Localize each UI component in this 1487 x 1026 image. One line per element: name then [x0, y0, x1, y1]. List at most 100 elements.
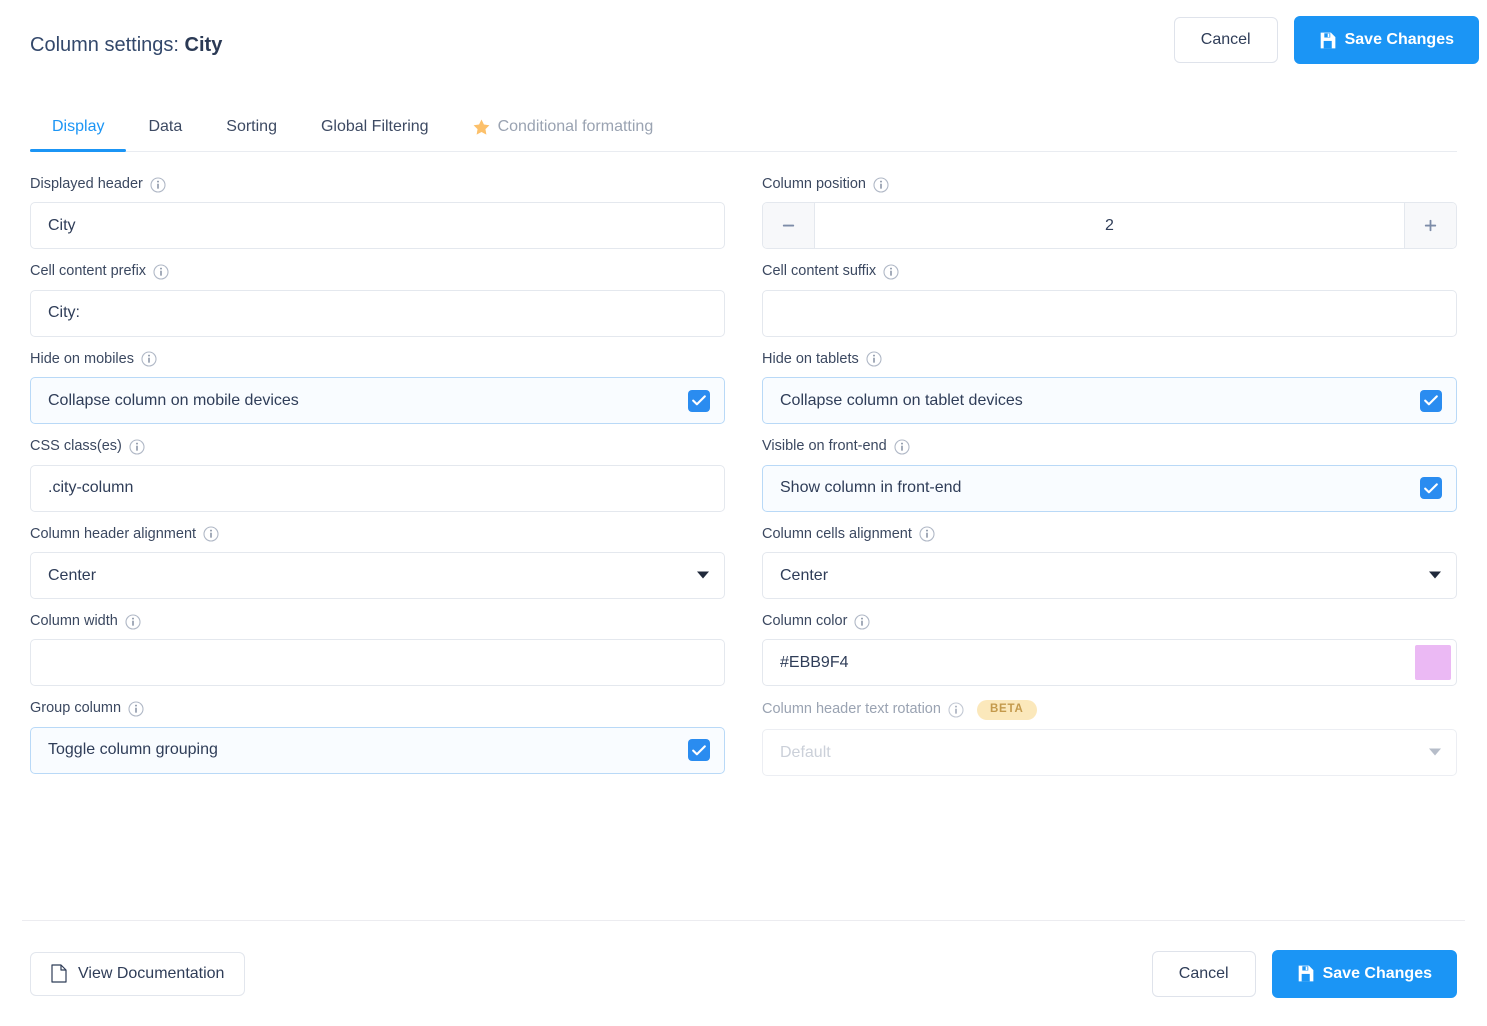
column-color-swatch[interactable] — [1415, 645, 1451, 681]
visible-on-frontend-option-label: Show column in front-end — [780, 479, 962, 497]
cancel-button-top[interactable]: Cancel — [1173, 17, 1278, 63]
info-icon[interactable] — [854, 614, 870, 630]
field-cell-content-suffix: Cell content suffix — [762, 263, 1457, 337]
info-icon[interactable] — [866, 351, 882, 368]
page-title: Column settings: City — [30, 34, 222, 57]
column-color-input[interactable] — [763, 640, 1415, 686]
label-text: Column color — [762, 612, 848, 629]
hide-on-tablets-checkbox-row[interactable]: Collapse column on tablet devices — [762, 377, 1457, 425]
label-text: Visible on front-end — [762, 438, 887, 455]
info-icon[interactable] — [128, 701, 144, 717]
field-column-position: Column position — [762, 176, 1457, 250]
field-column-position-label: Column position — [762, 176, 1457, 193]
field-hide-on-mobiles: Hide on mobiles Collapse column on mobil… — [30, 351, 725, 425]
column-header-alignment-select[interactable]: Center — [30, 551, 725, 599]
info-icon[interactable] — [203, 526, 219, 542]
tab-global-filtering-label: Global Filtering — [320, 118, 429, 135]
view-documentation-button[interactable]: View Documentation — [30, 951, 246, 996]
field-cell-content-suffix-label: Cell content suffix — [762, 263, 1457, 280]
hide-on-tablets-option-label: Collapse column on tablet devices — [780, 391, 1023, 409]
plus-icon — [1423, 218, 1438, 233]
visible-on-frontend-checkbox[interactable] — [1420, 477, 1442, 500]
field-column-width-label: Column width — [30, 613, 725, 630]
info-icon[interactable] — [129, 439, 145, 455]
info-icon[interactable] — [125, 614, 141, 630]
field-column-color-label: Column color — [762, 613, 1457, 630]
label-text: Displayed header — [30, 176, 143, 192]
cell-content-suffix-input[interactable] — [762, 289, 1457, 337]
star-icon — [473, 119, 490, 135]
label-text: CSS class(es) — [30, 438, 122, 455]
tab-data[interactable]: Data — [126, 118, 204, 151]
info-icon[interactable] — [141, 351, 157, 368]
beta-badge: BETA — [976, 700, 1037, 720]
cell-content-prefix-input[interactable] — [30, 289, 725, 337]
field-group-column: Group column Toggle column grouping — [30, 700, 725, 776]
column-cells-alignment-select-wrap: Center — [762, 551, 1457, 599]
tab-sorting[interactable]: Sorting — [204, 118, 299, 151]
cancel-button-bottom[interactable]: Cancel — [1151, 950, 1256, 997]
tab-global-filtering[interactable]: Global Filtering — [299, 118, 451, 151]
save-changes-button-bottom[interactable]: Save Changes — [1271, 949, 1457, 998]
info-icon[interactable] — [894, 439, 910, 455]
label-text: Column width — [30, 612, 118, 629]
group-column-option-label: Toggle column grouping — [48, 741, 218, 759]
field-css-classes-label: CSS class(es) — [30, 438, 725, 455]
settings-tabs: Display Data Sorting Global Filtering Co… — [30, 96, 1457, 152]
column-color-field — [762, 639, 1457, 687]
tab-conditional-formatting[interactable]: Conditional formatting — [451, 118, 676, 151]
tab-display[interactable]: Display — [30, 118, 127, 152]
group-column-checkbox-row[interactable]: Toggle column grouping — [30, 726, 725, 774]
document-icon — [51, 964, 67, 983]
hide-on-mobiles-checkbox-row[interactable]: Collapse column on mobile devices — [30, 377, 725, 425]
visible-on-frontend-checkbox-row[interactable]: Show column in front-end — [762, 464, 1457, 512]
info-icon[interactable] — [150, 177, 166, 193]
column-header-text-rotation-select-wrap: Default — [762, 728, 1457, 776]
info-icon[interactable] — [153, 264, 169, 280]
info-icon[interactable] — [919, 526, 935, 542]
info-icon[interactable] — [883, 264, 899, 280]
hide-on-mobiles-checkbox[interactable] — [688, 389, 710, 412]
column-cells-alignment-select[interactable]: Center — [762, 551, 1457, 599]
field-hide-on-tablets-label: Hide on tablets — [762, 351, 1457, 368]
page-title-prefix: Column settings: — [30, 34, 179, 56]
column-width-input[interactable] — [30, 639, 725, 687]
field-column-header-alignment: Column header alignment Center — [30, 526, 725, 599]
save-changes-label-top: Save Changes — [1344, 31, 1454, 48]
label-text: Column cells alignment — [762, 525, 912, 542]
hide-on-tablets-checkbox[interactable] — [1420, 389, 1442, 412]
field-visible-on-frontend-label: Visible on front-end — [762, 438, 1457, 455]
label-text: Column header text rotation — [762, 701, 941, 718]
field-hide-on-tablets: Hide on tablets Collapse column on table… — [762, 351, 1457, 425]
tab-conditional-formatting-label: Conditional formatting — [497, 118, 654, 135]
column-position-increment-button[interactable] — [1404, 203, 1456, 249]
header-actions: Cancel Save Changes — [1173, 16, 1479, 64]
field-css-classes: CSS class(es) — [30, 438, 725, 512]
column-position-stepper — [762, 202, 1457, 250]
dialog-header: Column settings: City Cancel Save Change… — [0, 0, 1487, 96]
dialog-footer: View Documentation Cancel Save Changes — [22, 920, 1465, 1026]
column-position-decrement-button[interactable] — [763, 203, 815, 249]
floppy-disk-icon — [1319, 32, 1336, 49]
display-settings-form: Displayed header Column position — [30, 152, 1457, 790]
label-text: Hide on tablets — [762, 350, 859, 367]
column-position-input[interactable] — [815, 203, 1404, 249]
label-text: Cell content suffix — [762, 263, 877, 280]
column-header-alignment-select-wrap: Center — [30, 551, 725, 599]
field-column-header-text-rotation-label: Column header text rotation BETA — [762, 700, 1457, 720]
label-text: Column header alignment — [30, 525, 197, 542]
label-text: Column position — [762, 176, 866, 192]
css-classes-input[interactable] — [30, 464, 725, 512]
field-column-header-text-rotation: Column header text rotation BETA Default — [762, 700, 1457, 776]
info-icon[interactable] — [873, 177, 889, 193]
label-text: Hide on mobiles — [30, 350, 134, 367]
column-header-text-rotation-select[interactable]: Default — [762, 728, 1457, 776]
field-column-cells-alignment-label: Column cells alignment — [762, 526, 1457, 543]
field-hide-on-mobiles-label: Hide on mobiles — [30, 351, 725, 368]
displayed-header-input[interactable] — [30, 202, 725, 250]
field-column-color: Column color — [762, 613, 1457, 687]
info-icon[interactable] — [948, 702, 964, 718]
save-changes-button-top[interactable]: Save Changes — [1293, 16, 1479, 64]
field-displayed-header-label: Displayed header — [30, 176, 725, 193]
group-column-checkbox[interactable] — [688, 739, 710, 762]
